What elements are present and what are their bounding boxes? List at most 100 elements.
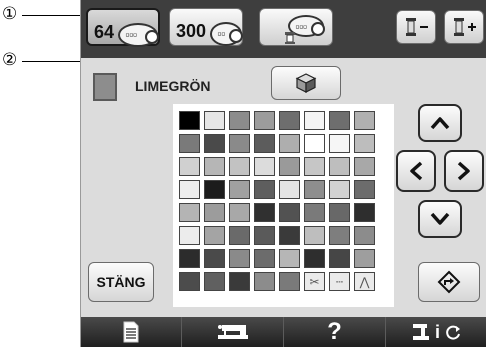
color-cell[interactable]	[254, 157, 275, 176]
color-cell[interactable]	[304, 111, 325, 130]
arrow-left-button[interactable]	[396, 150, 436, 192]
color-cell[interactable]	[279, 272, 300, 291]
color-cell[interactable]	[304, 134, 325, 153]
top-toolbar: 64 ▫▫▫ 300 ▫▫ ▫▫▫	[81, 0, 486, 58]
chevron-left-icon	[410, 161, 423, 181]
color-cell[interactable]	[329, 226, 350, 245]
color-cell[interactable]	[329, 203, 350, 222]
color-cell[interactable]	[179, 203, 200, 222]
color-cell[interactable]	[279, 180, 300, 199]
sewing-machine-icon	[217, 325, 248, 339]
embroidery-screen: 64 ▫▫▫ 300 ▫▫ ▫▫▫ LIMEGRÖN ✂ ┄ ⋀ STÄNG ?…	[80, 0, 486, 347]
color-cell[interactable]	[354, 249, 375, 268]
apply-arrow-icon	[437, 270, 461, 294]
zigzag-icon[interactable]: ⋀	[354, 272, 375, 291]
color-cell[interactable]	[329, 111, 350, 130]
spool-minus-button[interactable]	[396, 10, 436, 44]
color-cell[interactable]	[254, 226, 275, 245]
color-cell[interactable]	[279, 203, 300, 222]
color-cell[interactable]	[204, 249, 225, 268]
color-cell[interactable]	[329, 180, 350, 199]
info-button[interactable]: i	[385, 317, 486, 347]
color-cell[interactable]	[179, 111, 200, 130]
color-cell[interactable]	[229, 203, 250, 222]
color-cell[interactable]	[204, 226, 225, 245]
color-cell[interactable]	[179, 249, 200, 268]
color-cell[interactable]	[254, 249, 275, 268]
color-cell[interactable]	[254, 203, 275, 222]
palette-300-button[interactable]: 300 ▫▫	[169, 8, 243, 46]
chevron-up-icon	[430, 117, 450, 130]
palette-64-label: 64	[94, 22, 115, 42]
color-cell[interactable]	[254, 272, 275, 291]
callout-1-line	[22, 15, 86, 16]
color-cell[interactable]	[204, 134, 225, 153]
bobbin-icon	[285, 32, 295, 44]
view-3d-button[interactable]	[271, 66, 341, 100]
color-cell[interactable]	[354, 226, 375, 245]
color-cell[interactable]	[204, 272, 225, 291]
color-cell[interactable]	[229, 180, 250, 199]
close-button-label: STÄNG	[96, 274, 146, 290]
color-cell[interactable]	[304, 226, 325, 245]
machine-settings-icon	[412, 324, 429, 340]
color-cell[interactable]	[354, 134, 375, 153]
color-cell[interactable]	[204, 180, 225, 199]
user-thread-button[interactable]: ▫▫▫	[259, 8, 333, 46]
arrow-up-button[interactable]	[418, 104, 462, 142]
color-cell[interactable]	[304, 157, 325, 176]
color-cell[interactable]	[229, 134, 250, 153]
color-cell[interactable]	[279, 249, 300, 268]
chevron-right-icon	[457, 161, 470, 181]
arrow-down-button[interactable]	[418, 200, 462, 238]
sewing-machine-button[interactable]	[181, 317, 283, 347]
bottom-toolbar: ? i	[81, 317, 486, 347]
color-cell[interactable]	[279, 134, 300, 153]
color-cell[interactable]	[354, 203, 375, 222]
color-cell[interactable]	[229, 111, 250, 130]
color-cell[interactable]	[204, 203, 225, 222]
color-palette: ✂ ┄ ⋀	[173, 104, 394, 307]
color-cell[interactable]	[279, 226, 300, 245]
page-button[interactable]	[81, 317, 181, 347]
color-cell[interactable]	[204, 157, 225, 176]
current-color-name: LIMEGRÖN	[135, 78, 211, 94]
help-button[interactable]: ?	[283, 317, 385, 347]
color-cell[interactable]	[179, 180, 200, 199]
color-cell[interactable]	[304, 249, 325, 268]
color-cell[interactable]	[354, 180, 375, 199]
color-cell[interactable]	[254, 180, 275, 199]
arrow-right-button[interactable]	[444, 150, 484, 192]
color-cell[interactable]	[329, 157, 350, 176]
spool-minus-icon	[406, 18, 428, 36]
scissors-icon[interactable]: ✂	[304, 272, 325, 291]
color-cell[interactable]	[229, 157, 250, 176]
color-cell[interactable]	[179, 134, 200, 153]
color-cell[interactable]	[229, 272, 250, 291]
chevron-down-icon	[430, 212, 450, 225]
color-cell[interactable]	[179, 157, 200, 176]
color-cell[interactable]	[329, 249, 350, 268]
color-cell[interactable]	[204, 111, 225, 130]
spool-plus-button[interactable]	[444, 10, 484, 44]
color-cell[interactable]	[229, 226, 250, 245]
dash-icon[interactable]: ┄	[329, 272, 350, 291]
color-cell[interactable]	[229, 249, 250, 268]
color-cell[interactable]	[279, 111, 300, 130]
color-cell[interactable]	[354, 157, 375, 176]
color-cell[interactable]	[254, 134, 275, 153]
color-cell[interactable]	[179, 272, 200, 291]
color-cell[interactable]	[254, 111, 275, 130]
current-color-swatch	[93, 73, 117, 101]
color-cell[interactable]	[279, 157, 300, 176]
close-button[interactable]: STÄNG	[88, 262, 154, 302]
palette-300-label: 300	[176, 21, 207, 41]
color-cell[interactable]	[304, 180, 325, 199]
color-cell[interactable]	[354, 111, 375, 130]
apply-button[interactable]	[418, 262, 480, 302]
color-cell[interactable]	[329, 134, 350, 153]
palette-64-button[interactable]: 64 ▫▫▫	[86, 8, 160, 47]
refresh-icon	[446, 325, 460, 340]
color-cell[interactable]	[304, 203, 325, 222]
color-cell[interactable]	[179, 226, 200, 245]
